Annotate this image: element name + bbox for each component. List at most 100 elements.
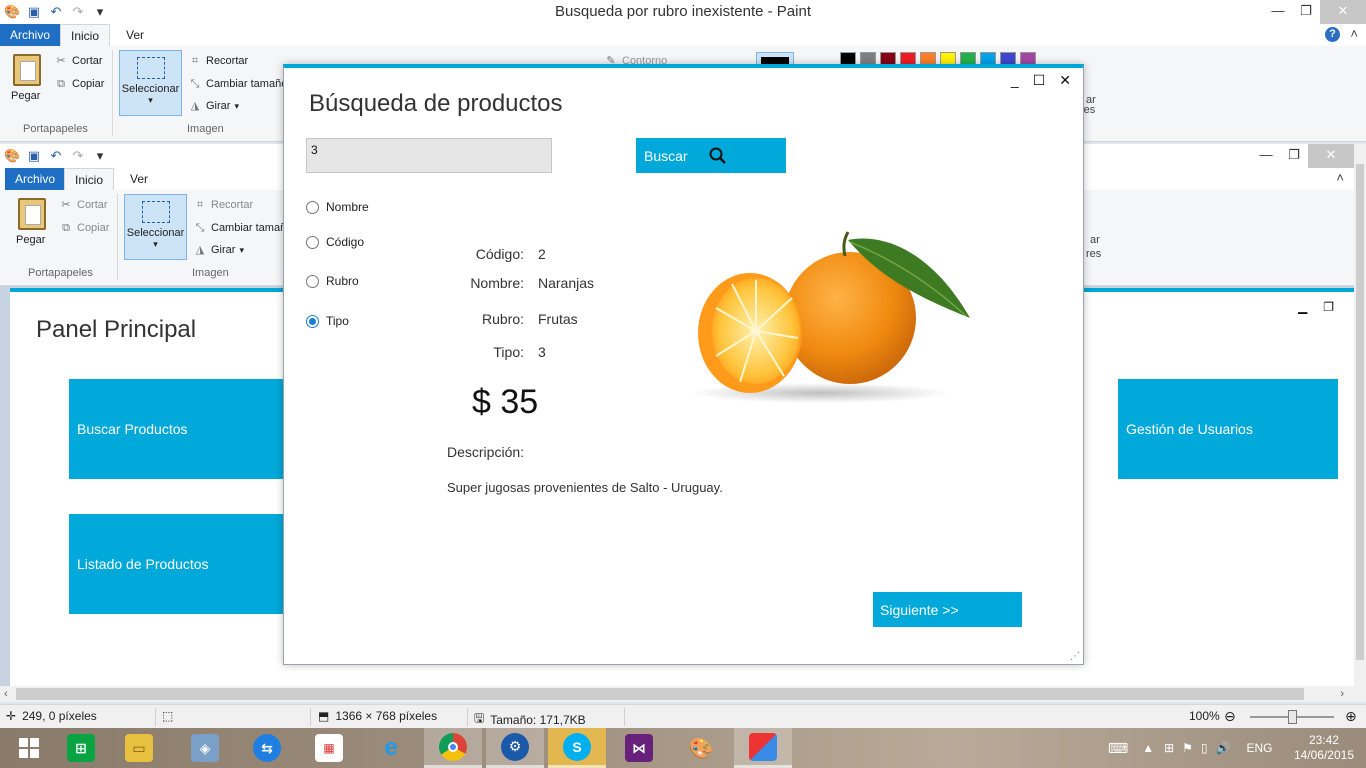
- customize-dropdown-icon[interactable]: ▾: [92, 148, 108, 164]
- resize-button[interactable]: ⤡ Cambiar tamaño: [188, 77, 288, 91]
- radio-circle[interactable]: [306, 235, 319, 249]
- windows-logo-icon: [19, 738, 39, 758]
- cut-button[interactable]: ✂ Cortar: [54, 54, 102, 68]
- flag-icon[interactable]: ⚑: [1182, 741, 1193, 755]
- select-label: Seleccionar: [121, 83, 180, 95]
- collapse-ribbon-icon[interactable]: ˄: [1336, 170, 1344, 185]
- radio-codigo[interactable]: Código: [306, 235, 364, 249]
- zoom-in-icon[interactable]: ⊕: [1345, 708, 1357, 725]
- start-button[interactable]: [0, 728, 58, 768]
- minimize-icon[interactable]: _: [1011, 72, 1019, 89]
- resize-grip-icon[interactable]: ⋰: [1070, 651, 1080, 662]
- radio-tipo[interactable]: Tipo: [306, 314, 349, 328]
- clock[interactable]: 23:42 14/06/2015: [1294, 733, 1354, 763]
- paste-icon[interactable]: [13, 54, 41, 86]
- save-icon[interactable]: ▣: [26, 148, 42, 164]
- vertical-scrollbar[interactable]: [1354, 144, 1366, 686]
- battery-icon[interactable]: ▯: [1201, 741, 1208, 755]
- radio-circle[interactable]: [306, 314, 319, 328]
- scrollbar-thumb[interactable]: [1356, 164, 1364, 660]
- copy-button[interactable]: ⧉ Copiar: [59, 221, 109, 235]
- taskbar-apps[interactable]: ▦: [300, 728, 358, 768]
- image-dimensions: ⬒ 1366 × 768 píxeles: [318, 709, 437, 723]
- radio-rubro[interactable]: Rubro: [306, 274, 359, 288]
- taskbar-store[interactable]: ⊞: [52, 728, 110, 768]
- price: $ 35: [472, 383, 539, 421]
- collapse-ribbon-icon[interactable]: ˄: [1350, 26, 1358, 41]
- taskbar-explorer[interactable]: ▭: [110, 728, 168, 768]
- horizontal-scrollbar[interactable]: ‹ ›: [0, 686, 1366, 702]
- search-input[interactable]: 3: [306, 138, 552, 173]
- radio-circle[interactable]: [306, 274, 319, 288]
- paste-button[interactable]: Pegar: [16, 234, 45, 246]
- taskbar: ⊞ ▭ ◈ ⇆ ▦ e ⚙ S ⋈ 🎨 ⌨ ▲ ⊞ ⚑ ▯ 🔊 ENG 23:4…: [0, 728, 1366, 768]
- volume-icon[interactable]: 🔊: [1216, 741, 1231, 755]
- taskbar-paint-app[interactable]: 🎨: [672, 728, 730, 768]
- taskbar-virtualbox[interactable]: ◈: [176, 728, 234, 768]
- siguiente-button[interactable]: Siguiente >>: [873, 592, 1022, 627]
- taskbar-skype[interactable]: S: [548, 728, 606, 768]
- rubro-value: Frutas: [538, 311, 578, 327]
- scroll-left-icon[interactable]: ‹: [4, 686, 8, 702]
- copy-button[interactable]: ⧉ Copiar: [54, 77, 104, 91]
- paste-button[interactable]: Pegar: [11, 90, 40, 102]
- scrollbar-thumb[interactable]: [16, 688, 1304, 700]
- taskbar-internet-explorer[interactable]: e: [362, 728, 420, 768]
- gestion-usuarios-tile[interactable]: Gestión de Usuarios: [1118, 379, 1338, 479]
- tab-ver[interactable]: Ver: [116, 24, 154, 46]
- network-icon[interactable]: ⊞: [1164, 741, 1174, 755]
- radio-nombre[interactable]: Nombre: [306, 200, 369, 214]
- radio-label: Rubro: [326, 274, 359, 288]
- language-indicator[interactable]: ENG: [1247, 741, 1273, 755]
- palette-icon: 🎨: [688, 737, 714, 760]
- radio-label: Tipo: [326, 314, 349, 328]
- rotate-button[interactable]: ◮ Girar ▾: [188, 99, 239, 113]
- scroll-right-icon[interactable]: ›: [1340, 686, 1344, 702]
- minimize-icon[interactable]: —: [1252, 144, 1280, 168]
- taskbar-chrome[interactable]: [424, 728, 482, 768]
- taskbar-paint[interactable]: [734, 728, 792, 768]
- crop-icon: ⌗: [191, 55, 199, 67]
- help-icon[interactable]: ?: [1325, 27, 1340, 42]
- taskbar-visual-studio[interactable]: ⋈: [610, 728, 668, 768]
- redo-icon[interactable]: ↷: [70, 148, 86, 164]
- minimize-icon[interactable]: ▁: [1298, 300, 1307, 314]
- restore-icon[interactable]: ❐: [1323, 300, 1334, 314]
- radio-label: Código: [326, 235, 365, 249]
- keyboard-icon[interactable]: ⌨: [1108, 740, 1128, 757]
- paste-icon[interactable]: [18, 198, 46, 230]
- buscar-button[interactable]: Buscar: [636, 138, 786, 173]
- zoom-slider-thumb[interactable]: [1288, 710, 1297, 724]
- resize-button[interactable]: ⤡ Cambiar tamaño: [193, 221, 293, 235]
- crop-icon: ⌗: [196, 199, 204, 211]
- cut-button[interactable]: ✂ Cortar: [59, 198, 107, 212]
- crop-button[interactable]: ⌗ Recortar: [188, 54, 248, 68]
- tab-archivo[interactable]: Archivo: [0, 24, 61, 46]
- rotate-button[interactable]: ◮ Girar ▾: [193, 243, 244, 257]
- taskbar-sourcetree[interactable]: ⚙: [486, 728, 544, 768]
- tab-inicio[interactable]: Inicio: [60, 24, 111, 46]
- selection-size: ⬚: [162, 709, 173, 723]
- select-button[interactable]: Seleccionar ▾: [124, 194, 187, 260]
- restore-icon[interactable]: ❐: [1280, 144, 1308, 168]
- maximize-icon[interactable]: ☐: [1033, 72, 1046, 89]
- restore-icon[interactable]: ❐: [1292, 0, 1320, 24]
- minimize-icon[interactable]: —: [1264, 0, 1292, 24]
- radio-circle[interactable]: [306, 200, 319, 214]
- paint-app-icon[interactable]: 🎨: [4, 148, 20, 164]
- description-label: Descripción:: [447, 444, 525, 460]
- close-icon[interactable]: ✕: [1059, 72, 1071, 89]
- close-icon[interactable]: ✕: [1320, 0, 1366, 24]
- crop-button[interactable]: ⌗ Recortar: [193, 198, 253, 212]
- select-button[interactable]: Seleccionar ▾: [119, 50, 182, 116]
- zoom-out-icon[interactable]: ⊖: [1224, 708, 1236, 725]
- tab-ver[interactable]: Ver: [120, 168, 158, 190]
- cube-icon: ◈: [191, 734, 219, 762]
- chevron-down-icon: ▾: [239, 244, 244, 255]
- tab-inicio[interactable]: Inicio: [64, 168, 115, 190]
- close-icon[interactable]: ✕: [1308, 144, 1354, 168]
- show-hidden-icons-icon[interactable]: ▲: [1142, 741, 1154, 755]
- taskbar-teamviewer[interactable]: ⇆: [238, 728, 296, 768]
- tab-archivo[interactable]: Archivo: [5, 168, 66, 190]
- undo-icon[interactable]: ↶: [48, 148, 64, 164]
